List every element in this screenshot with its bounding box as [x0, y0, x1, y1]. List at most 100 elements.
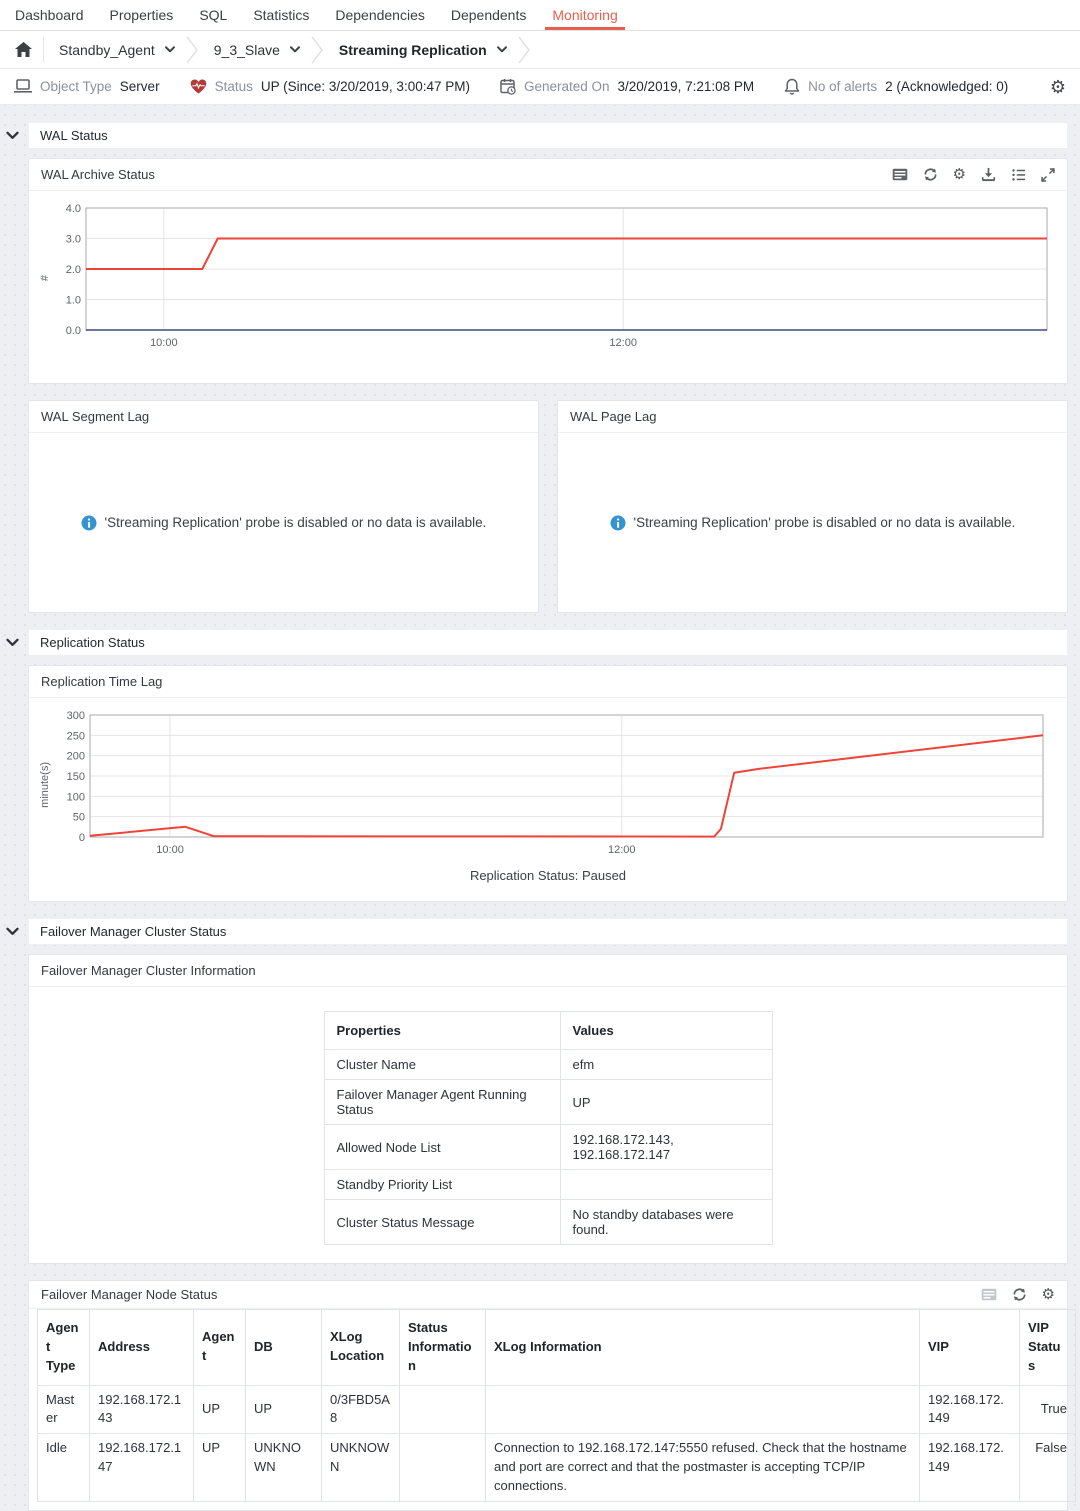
tab-properties[interactable]: Properties [103, 0, 181, 30]
legend-list-icon[interactable] [1011, 168, 1026, 182]
y-axis-label: # [39, 275, 51, 281]
home-icon[interactable] [15, 42, 32, 57]
table-row: Master 192.168.172.143 UP UP 0/3FBD5A8 1… [38, 1385, 1076, 1434]
alerts-group: No of alerts 2 (Acknowledged: 0) [784, 78, 1008, 95]
svg-text:300: 300 [67, 710, 85, 722]
gear-icon[interactable]: ⚙ [1042, 1287, 1055, 1302]
svg-text:100: 100 [67, 791, 85, 803]
collapse-chevron-icon[interactable] [6, 927, 19, 936]
info-icon [81, 515, 97, 531]
section-title-replication: Replication Status [28, 629, 1068, 656]
panel-title-cluster-info: Failover Manager Cluster Information [41, 963, 256, 978]
wal-page-lag-panel: WAL Page Lag 'Streaming Replication' pro… [557, 400, 1068, 613]
panel-title-wal-archive: WAL Archive Status [41, 167, 155, 182]
wal-archive-status-panel: WAL Archive Status ⚙ # 10:00 12:00 0.0 1.0 2… [28, 158, 1068, 384]
svg-text:0: 0 [79, 832, 85, 844]
object-type-label: Object Type [40, 79, 112, 94]
svg-text:10:00: 10:00 [150, 337, 178, 349]
table-row: Idle 192.168.172.147 UP UNKNOWN UNKNOWN … [38, 1434, 1076, 1502]
probe-disabled-message: 'Streaming Replication' probe is disable… [105, 515, 487, 530]
refresh-icon[interactable] [1012, 1287, 1027, 1302]
tab-statistics[interactable]: Statistics [246, 0, 316, 30]
svg-text:3.0: 3.0 [66, 234, 81, 246]
svg-text:12:00: 12:00 [609, 337, 637, 349]
table-row: Allowed Node List 192.168.172.143, 192.1… [324, 1125, 772, 1170]
status-value: UP (Since: 3/20/2019, 3:00:47 PM) [261, 79, 470, 94]
table-row: Standby Priority List [324, 1170, 772, 1200]
refresh-icon[interactable] [923, 167, 938, 182]
breadcrumb-server-label: 9_3_Slave [214, 42, 280, 58]
breadcrumb-item-agent[interactable]: Standby_Agent [44, 42, 179, 58]
cluster-information-panel: Failover Manager Cluster Information Pro… [28, 954, 1068, 1264]
table-header-row: Agent Type Address Agent DB XLog Locatio… [38, 1310, 1076, 1386]
info-icon [610, 515, 626, 531]
svg-text:4.0: 4.0 [66, 203, 81, 215]
section-failover-manager: Failover Manager Cluster Status [6, 918, 1068, 945]
svg-text:2.0: 2.0 [66, 264, 81, 276]
server-info-bar: Object Type Server Status UP (Since: 3/2… [0, 69, 1080, 105]
wal-segment-lag-panel: WAL Segment Lag 'Streaming Replication' … [28, 400, 539, 613]
panel-title-replication-lag: Replication Time Lag [41, 674, 162, 689]
datatable-icon[interactable] [892, 168, 908, 181]
tab-dependencies[interactable]: Dependencies [328, 0, 432, 30]
cluster-info-table: Properties Values Cluster Name efm Failo… [324, 1011, 773, 1245]
download-icon[interactable] [981, 167, 996, 182]
tab-monitoring[interactable]: Monitoring [545, 0, 624, 30]
replication-status-caption: Replication Status: Paused [29, 868, 1067, 901]
tab-sql[interactable]: SQL [192, 0, 234, 30]
tab-dashboard[interactable]: Dashboard [8, 0, 91, 30]
table-row: Cluster Status Message No standby databa… [324, 1200, 772, 1245]
laptop-icon [14, 79, 32, 94]
heartbeat-icon [190, 79, 207, 94]
settings-gear-icon[interactable]: ⚙ [1050, 78, 1066, 96]
svg-text:10:00: 10:00 [156, 844, 184, 856]
panel-toolbar: ⚙ [981, 1287, 1055, 1302]
breadcrumb-item-server[interactable]: 9_3_Slave [199, 42, 304, 58]
svg-text:12:00: 12:00 [608, 844, 636, 856]
breadcrumb-item-dashboard[interactable]: Streaming Replication [324, 42, 511, 58]
svg-text:150: 150 [67, 771, 85, 783]
section-title-wal: WAL Status [28, 122, 1068, 149]
col-values: Values [560, 1012, 772, 1050]
table-row: Cluster Name efm [324, 1050, 772, 1080]
breadcrumb-dashboard-label: Streaming Replication [339, 42, 487, 58]
collapse-chevron-icon[interactable] [6, 638, 19, 647]
probe-disabled-message: 'Streaming Replication' probe is disable… [634, 515, 1016, 530]
breadcrumb-arrow-icon [310, 35, 324, 65]
section-wal-status: WAL Status [6, 122, 1068, 149]
breadcrumb-agent-label: Standby_Agent [59, 42, 155, 58]
calendar-clock-icon [500, 78, 516, 95]
svg-text:1.0: 1.0 [66, 295, 81, 307]
collapse-chevron-icon[interactable] [6, 131, 19, 140]
alerts-value: 2 (Acknowledged: 0) [885, 79, 1008, 94]
tab-dependents[interactable]: Dependents [444, 0, 534, 30]
expand-icon[interactable] [1041, 168, 1055, 182]
replication-time-lag-panel: Replication Time Lag minute(s) 10:0012:0… [28, 665, 1068, 902]
svg-text:0.0: 0.0 [66, 325, 81, 337]
chevron-down-icon[interactable] [165, 46, 175, 53]
datatable-icon[interactable] [981, 1288, 997, 1301]
gear-icon[interactable]: ⚙ [953, 167, 966, 182]
section-replication-status: Replication Status [6, 629, 1068, 656]
panel-title-wal-page: WAL Page Lag [570, 409, 656, 424]
chevron-down-icon[interactable] [290, 46, 300, 53]
top-tab-bar: Dashboard Properties SQL Statistics Depe… [0, 0, 1080, 31]
status-label: Status [215, 79, 253, 94]
chevron-down-icon[interactable] [497, 46, 507, 53]
table-row: Failover Manager Agent Running Status UP [324, 1080, 772, 1125]
panel-toolbar: ⚙ [892, 167, 1055, 182]
panel-title-node-status: Failover Manager Node Status [41, 1287, 217, 1302]
panel-title-wal-segment: WAL Segment Lag [41, 409, 149, 424]
generated-group: Generated On 3/20/2019, 7:21:08 PM [500, 78, 754, 95]
section-title-failover: Failover Manager Cluster Status [28, 918, 1068, 945]
table-header-row: Properties Values [324, 1012, 772, 1050]
generated-on-value: 3/20/2019, 7:21:08 PM [618, 79, 755, 94]
node-status-panel: Failover Manager Node Status ⚙ Agent Typ… [28, 1280, 1068, 1511]
wal-archive-chart: 10:00 12:00 0.0 1.0 2.0 3.0 4.0 [52, 203, 1050, 353]
bell-icon [784, 78, 800, 95]
node-status-table: Agent Type Address Agent DB XLog Locatio… [37, 1309, 1076, 1502]
object-type-value: Server [120, 79, 160, 94]
replication-time-lag-chart: 10:0012:00050100150200250300 [52, 710, 1046, 860]
svg-text:250: 250 [67, 730, 85, 742]
object-type-group: Object Type Server [14, 79, 160, 94]
